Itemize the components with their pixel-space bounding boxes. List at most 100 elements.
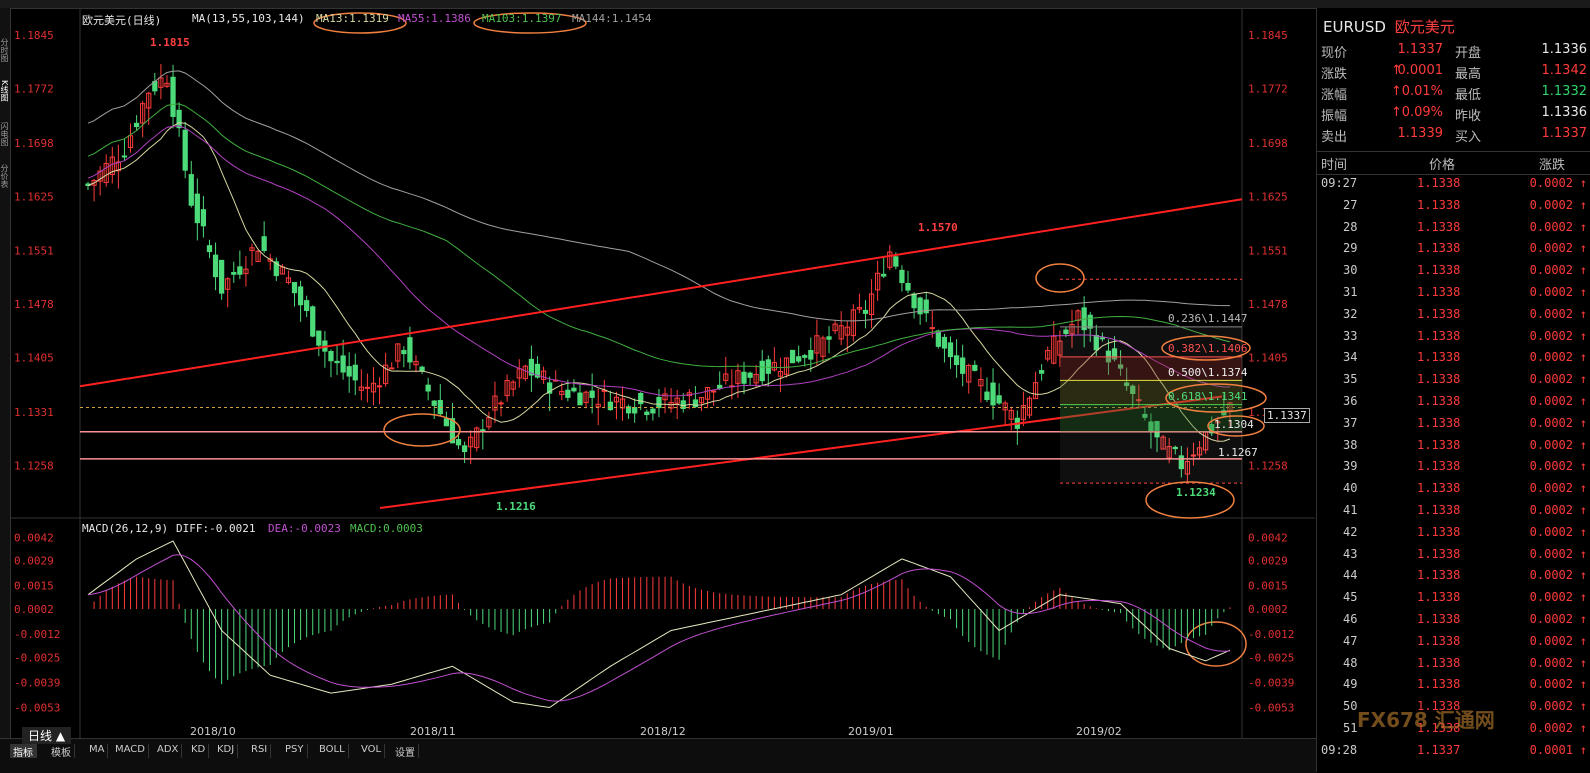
- candle-body: [364, 386, 371, 389]
- quote-value: 1.1332: [1541, 84, 1588, 99]
- tick-price: 1.1338: [1417, 633, 1461, 648]
- candle-body: [796, 356, 802, 362]
- x-tick-label: 2018/11: [410, 725, 456, 738]
- up-arrow-icon: ↑: [1579, 394, 1587, 408]
- tick-time: 47: [1343, 633, 1358, 648]
- quote-title: EURUSD 欧元美元: [1323, 16, 1455, 37]
- tick-time: 34: [1343, 350, 1358, 365]
- candle-body: [176, 109, 182, 129]
- quote-label: 涨跌: [1321, 67, 1348, 82]
- candle-body: [905, 282, 911, 291]
- tick-row[interactable]: 49 1.1338 0.0002 ↑: [1317, 677, 1590, 698]
- indicator-tab[interactable]: 设置: [392, 744, 419, 759]
- quote-row: 卖出 1.1339 买入 1.1337: [1317, 126, 1590, 146]
- candle-body: [741, 371, 747, 384]
- quote-row: 涨跌 ↑ 0.0001 最高 1.1342: [1317, 63, 1590, 83]
- tick-change: 0.0002: [1529, 415, 1573, 430]
- indicator-tab[interactable]: RSI: [248, 744, 272, 758]
- chart-canvas[interactable]: 1.1845 1.1845 1.1772 1.1772 1.1698 1.1698 1.16…: [10, 8, 1315, 738]
- tab-kline[interactable]: K线图: [0, 80, 10, 101]
- tick-row[interactable]: 36 1.1338 0.0002 ↑: [1317, 394, 1590, 415]
- ma-legend-label: MA(13,55,103,144): [192, 12, 305, 25]
- indicator-tab[interactable]: 模板: [48, 744, 75, 759]
- tick-row[interactable]: 40 1.1338 0.0002 ↑: [1317, 481, 1590, 502]
- tick-row[interactable]: 46 1.1338 0.0002 ↑: [1317, 612, 1590, 633]
- tab-price-table[interactable]: 分价表: [0, 164, 10, 188]
- tick-row[interactable]: 27 1.1338 0.0002 ↑: [1317, 198, 1590, 219]
- tick-price: 1.1338: [1417, 437, 1461, 452]
- tick-change: 0.0002: [1529, 524, 1573, 539]
- up-arrow-icon: ↑: [1579, 546, 1587, 561]
- tick-price: 1.1338: [1417, 415, 1461, 430]
- tick-row[interactable]: 32 1.1338 0.0002 ↑: [1317, 307, 1590, 328]
- indicator-tab[interactable]: MACD: [112, 744, 149, 758]
- candle-body: [328, 351, 334, 362]
- tick-change: 0.0002: [1529, 394, 1573, 408]
- candle-body: [960, 357, 966, 374]
- candle-body: [291, 282, 298, 294]
- tick-time: 48: [1343, 655, 1358, 670]
- tick-row[interactable]: 09:28 1.1337 0.0001 ↑: [1317, 743, 1590, 764]
- tick-change: 0.0002: [1529, 437, 1573, 452]
- x-tick-label: 2018/12: [640, 725, 686, 738]
- tick-row[interactable]: 29 1.1338 0.0002 ↑: [1317, 241, 1590, 262]
- candle-body: [759, 360, 765, 382]
- tick-row[interactable]: 38 1.1338 0.0002 ↑: [1317, 438, 1590, 459]
- tick-price: 1.1338: [1417, 197, 1461, 212]
- tick-row[interactable]: 48 1.1338 0.0002 ↑: [1317, 656, 1590, 677]
- tick-change: 0.0002: [1529, 263, 1573, 278]
- candle-body: [297, 286, 304, 306]
- ma103-line: [87, 103, 1231, 369]
- candle-body: [881, 273, 887, 277]
- tick-row[interactable]: 47 1.1338 0.0002 ↑: [1317, 634, 1590, 655]
- indicator-tab[interactable]: KD: [188, 744, 210, 758]
- y-tick-label-left: 1.1625: [14, 190, 54, 203]
- tick-row[interactable]: 41 1.1338 0.0002 ↑: [1317, 503, 1590, 524]
- tick-row[interactable]: 45 1.1338 0.0002 ↑: [1317, 590, 1590, 611]
- tick-row[interactable]: 37 1.1338 0.0002 ↑: [1317, 416, 1590, 437]
- tab-timeshare[interactable]: 分时图: [0, 38, 10, 62]
- period-selector[interactable]: 日线 ▲: [22, 727, 72, 744]
- tick-time: 36: [1343, 394, 1358, 408]
- tick-row[interactable]: 35 1.1338 0.0002 ↑: [1317, 372, 1590, 393]
- quote-name: 欧元美元: [1394, 18, 1455, 36]
- up-arrow-icon: ↑: [1579, 524, 1587, 539]
- tick-row[interactable]: 28 1.1338 0.0002 ↑: [1317, 220, 1590, 241]
- tick-row[interactable]: 34 1.1338 0.0002 ↑: [1317, 350, 1590, 371]
- y-tick-label-left: 1.1698: [14, 137, 54, 150]
- indicator-tab[interactable]: MA: [86, 744, 109, 758]
- tick-price: 1.1338: [1417, 481, 1461, 496]
- ma103-legend: MA103:1.1397: [482, 12, 562, 25]
- indicator-tab[interactable]: ADX: [154, 744, 183, 758]
- tick-row[interactable]: 43 1.1338 0.0002 ↑: [1317, 547, 1590, 568]
- quote-label: 现价: [1321, 46, 1348, 61]
- tab-flash[interactable]: 闪电图: [0, 122, 10, 146]
- tick-row[interactable]: 42 1.1338 0.0002 ↑: [1317, 525, 1590, 546]
- tick-change: 0.0002: [1529, 328, 1573, 343]
- up-arrow-icon: ↑: [1579, 350, 1587, 365]
- indicator-tab[interactable]: VOL: [358, 744, 386, 758]
- quote-value: 1.1336: [1541, 105, 1588, 120]
- y-tick-label-left: 1.1845: [14, 29, 54, 42]
- tick-row[interactable]: 33 1.1338 0.0002 ↑: [1317, 329, 1590, 350]
- tick-change: 0.0002: [1529, 568, 1573, 583]
- tick-row[interactable]: 39 1.1338 0.0002 ↑: [1317, 459, 1590, 480]
- indicator-tab[interactable]: KDJ: [214, 744, 239, 758]
- indicator-tab[interactable]: 指标: [10, 744, 37, 759]
- indicator-tab[interactable]: BOLL: [316, 744, 349, 758]
- candle-body: [632, 407, 638, 414]
- tick-row[interactable]: 31 1.1338 0.0002 ↑: [1317, 285, 1590, 306]
- annotation-circle-low1: [383, 413, 461, 447]
- candle-body: [352, 364, 358, 381]
- candle-body: [431, 400, 437, 406]
- macd-dea-line: [87, 554, 1230, 702]
- indicator-tab[interactable]: PSY: [282, 744, 308, 758]
- kline-chart-area[interactable]: 1.1845 1.1845 1.1772 1.1772 1.1698 1.1698 1.16…: [10, 8, 1315, 738]
- up-arrow-icon: ↑: [1579, 503, 1587, 517]
- candle-body: [182, 129, 188, 171]
- tick-row[interactable]: 44 1.1338 0.0002 ↑: [1317, 568, 1590, 589]
- up-arrow-icon: ↑: [1579, 481, 1587, 496]
- candle-body: [692, 399, 699, 408]
- tick-row[interactable]: 09:27 1.1338 0.0002 ↑: [1317, 176, 1590, 197]
- tick-row[interactable]: 30 1.1338 0.0002 ↑: [1317, 263, 1590, 284]
